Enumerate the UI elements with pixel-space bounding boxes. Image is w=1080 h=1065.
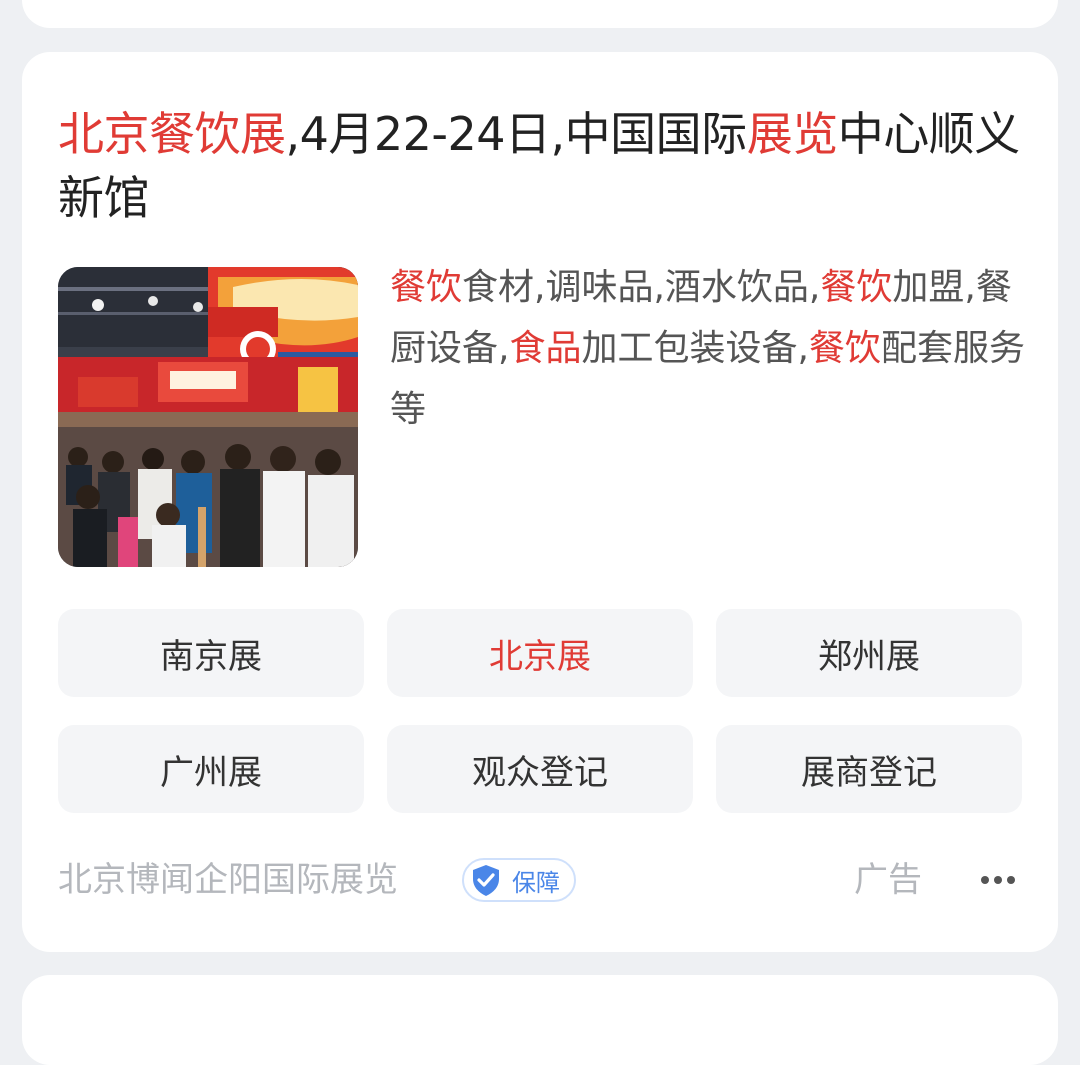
next-result-card [22, 975, 1058, 1065]
exhibitor-registration-button[interactable]: 展商登记 [716, 725, 1022, 813]
result-title[interactable]: 北京餐饮展,4月22-24日,中国国际展览中心顺义新馆 [58, 102, 1028, 230]
previous-result-card [22, 0, 1058, 28]
result-footer: 北京博闻企阳国际展览 保障 广告 [58, 852, 1022, 908]
beijing-expo-button[interactable]: 北京展 [387, 609, 693, 697]
nanjing-expo-button[interactable]: 南京展 [58, 609, 364, 697]
guarantee-badge[interactable]: 保障 [462, 858, 576, 902]
desc-text: 食材,调味品,酒水饮品, [462, 267, 821, 308]
desc-highlight: 食品 [509, 328, 582, 369]
title-highlight: 展览 [746, 107, 839, 161]
ad-label: 广告 [854, 860, 922, 900]
desc-text: 加工包装设备, [581, 328, 809, 369]
desc-highlight: 餐饮 [808, 328, 881, 369]
sitelink-grid: 南京展 北京展 郑州展 广州展 观众登记 展商登记 [58, 609, 1022, 815]
title-highlight: 北京餐饮展 [58, 107, 286, 161]
guangzhou-expo-button[interactable]: 广州展 [58, 725, 364, 813]
result-description: 餐饮食材,调味品,酒水饮品,餐饮加盟,餐厨设备,食品加工包装设备,餐饮配套服务等 [390, 257, 1040, 440]
ad-result-card[interactable]: 北京餐饮展,4月22-24日,中国国际展览中心顺义新馆 餐饮食材,调味品,酒水饮… [22, 52, 1058, 952]
more-dots-icon[interactable] [974, 856, 1022, 904]
zhengzhou-expo-button[interactable]: 郑州展 [716, 609, 1022, 697]
desc-highlight: 餐饮 [390, 267, 463, 308]
source-name[interactable]: 北京博闻企阳国际展览 [58, 858, 398, 902]
shield-check-icon [473, 865, 499, 896]
badge-label: 保障 [512, 868, 560, 897]
desc-highlight: 餐饮 [820, 267, 893, 308]
expo-crowd-thumbnail[interactable] [58, 267, 358, 567]
visitor-registration-button[interactable]: 观众登记 [387, 725, 693, 813]
title-text: ,4月22-24日,中国国际 [285, 107, 748, 161]
